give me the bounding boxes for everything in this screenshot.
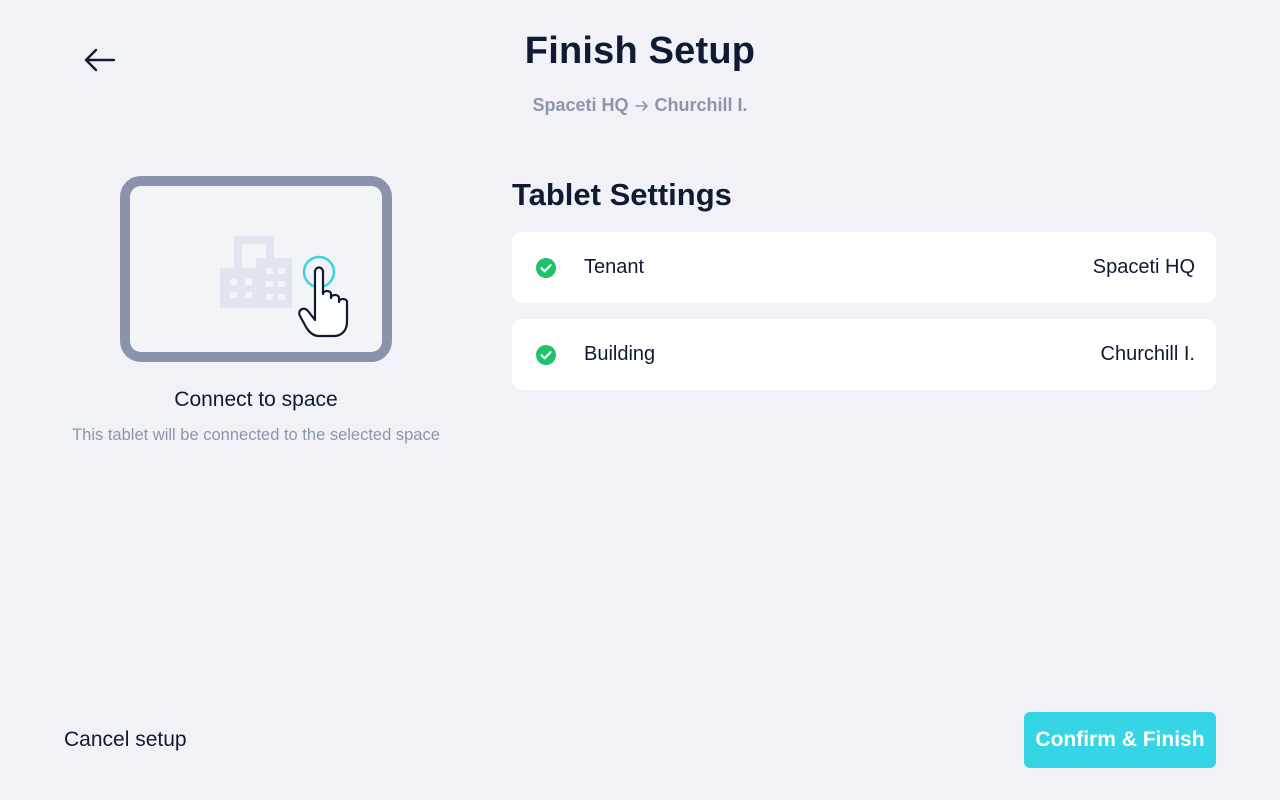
setting-row-tenant: Tenant Spaceti HQ [512, 232, 1216, 303]
check-circle-icon [536, 257, 556, 278]
confirm-finish-button[interactable]: Confirm & Finish [1024, 712, 1216, 768]
header: Finish Setup Spaceti HQ Churchill I. [0, 30, 1280, 116]
breadcrumb: Spaceti HQ Churchill I. [0, 95, 1280, 116]
setting-value: Spaceti HQ [1092, 256, 1195, 278]
page-title: Finish Setup [524, 30, 756, 72]
setting-label: Tenant [584, 256, 645, 278]
check-circle-icon [536, 344, 556, 365]
settings-title: Tablet Settings [512, 177, 732, 212]
breadcrumb-to: Churchill I. [654, 95, 748, 115]
breadcrumb-from: Spaceti HQ [532, 95, 629, 115]
connect-panel: Connect to space This tablet will be con… [60, 176, 452, 449]
finish-setup-screen: Finish Setup Spaceti HQ Churchill I. Con… [0, 0, 1280, 800]
connect-description: This tablet will be connected to the sel… [72, 426, 440, 444]
arrow-right-icon [634, 99, 649, 113]
setting-row-building: Building Churchill I. [512, 319, 1216, 390]
cancel-setup-button[interactable]: Cancel setup [64, 724, 187, 756]
setting-label: Building [584, 343, 656, 365]
connect-title: Connect to space [174, 388, 338, 411]
tablet-building-tap-icon [120, 176, 392, 362]
tablet-settings: Tablet Settings Tenant Spaceti HQ Buildi… [512, 176, 1216, 390]
setting-value: Churchill I. [1100, 343, 1195, 365]
